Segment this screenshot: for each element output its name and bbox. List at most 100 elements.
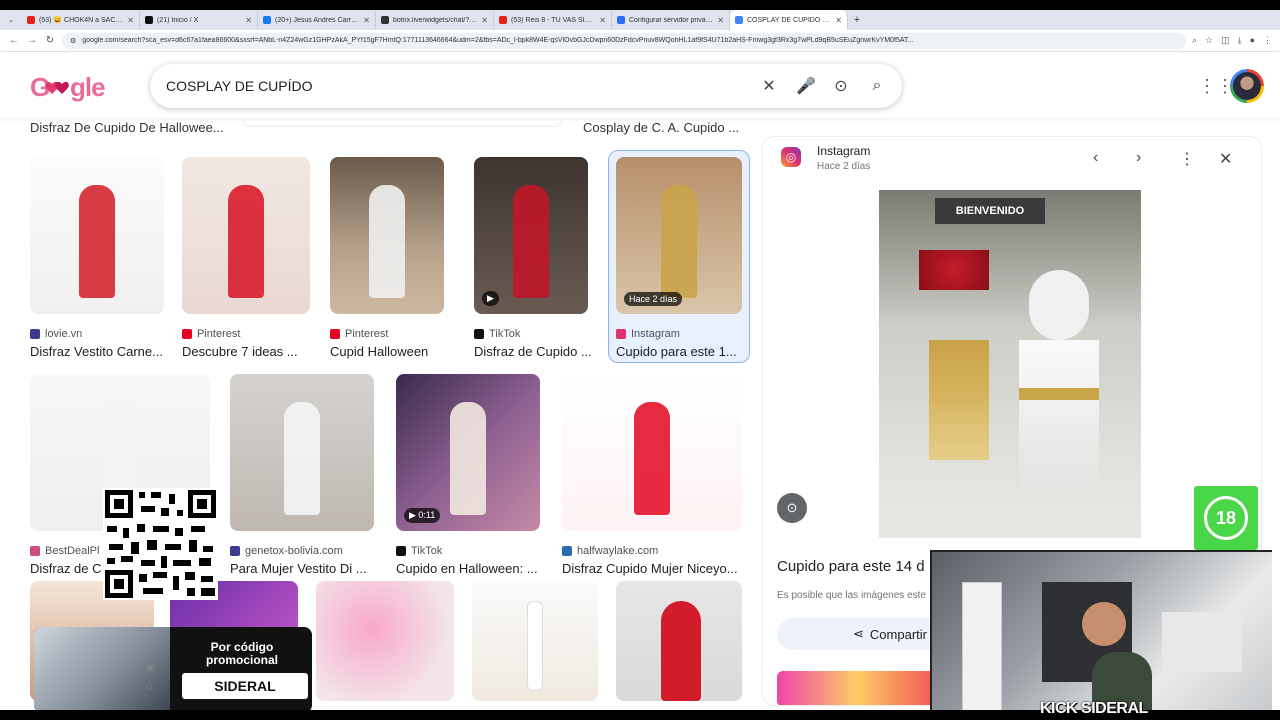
browser-tab[interactable]: Configurar servidor privado - K...✕ — [612, 10, 730, 30]
browser-tab[interactable]: COSPLAY DE CUPÍDO - Buscar ...✕ — [730, 10, 848, 30]
account-avatar[interactable] — [1230, 69, 1264, 103]
result-source[interactable]: TikTok — [474, 328, 520, 340]
panel-title[interactable]: Cupido para este 14 d — [777, 558, 925, 575]
google-logo[interactable]: G gle — [30, 70, 112, 111]
result-source[interactable]: halfwaylake.com — [562, 545, 658, 557]
result-image[interactable]: Hace 2 días — [616, 157, 742, 314]
result-caption[interactable]: Disfraz de Cupido ... — [474, 344, 592, 359]
copyright-note: Es posible que las imágenes este — [777, 590, 926, 601]
source-favicon-icon — [30, 546, 40, 556]
microphone-icon[interactable]: 🎤 — [796, 76, 816, 96]
search-box[interactable]: COSPLAY DE CUPÍDO ✕ 🎤 ⊙ ⌕ — [150, 64, 902, 108]
menu-icon[interactable]: ⋮ — [1263, 35, 1272, 46]
source-favicon-icon — [562, 546, 572, 556]
result-caption[interactable]: Disfraz de C — [30, 561, 102, 576]
result-caption[interactable]: Cupido para este 1... — [616, 344, 737, 359]
panel-source[interactable]: Instagram — [817, 144, 870, 158]
qr-code — [103, 488, 218, 600]
prev-row-caption[interactable]: Disfraz De Cupido De Hallowee... — [30, 120, 224, 135]
tab-close-icon[interactable]: ✕ — [363, 16, 370, 25]
result-source[interactable]: Pinterest — [182, 328, 240, 340]
source-favicon-icon — [396, 546, 406, 556]
result-source[interactable]: lovie.vn — [30, 328, 82, 340]
result-source[interactable]: BestDealPl — [30, 545, 99, 557]
tab-search-icon[interactable]: ⌄ — [0, 16, 22, 24]
next-icon[interactable]: › — [1136, 149, 1141, 167]
tab-title: (53) 😄 CHOK4N a SACHA... — [39, 17, 124, 24]
clear-icon[interactable]: ✕ — [760, 76, 778, 96]
forward-icon[interactable]: → — [26, 35, 38, 46]
related-images-strip[interactable] — [777, 671, 937, 705]
tab-close-icon[interactable]: ✕ — [835, 16, 842, 25]
tab-close-icon[interactable]: ✕ — [245, 16, 252, 25]
site-info-icon[interactable]: ⚙ — [70, 37, 76, 45]
share-label: Compartir — [869, 626, 927, 642]
reload-icon[interactable]: ↻ — [44, 35, 56, 46]
prev-row-caption[interactable]: Cosplay de C. A. Cupido ... — [583, 120, 739, 135]
source-favicon-icon — [230, 546, 240, 556]
more-options-icon[interactable]: ⋮ — [1179, 149, 1195, 169]
zoom-icon[interactable]: ⌕ — [1192, 35, 1197, 46]
camera-lens-icon[interactable]: ⊙ — [832, 76, 850, 96]
result-source[interactable]: Pinterest — [330, 328, 388, 340]
result-caption[interactable]: Para Mujer Vestito Di ... — [230, 561, 367, 576]
lock-icon: ▣ — [146, 662, 155, 672]
result-image[interactable] — [30, 157, 164, 314]
search-icon[interactable]: ⌕ — [868, 77, 886, 95]
previous-icon[interactable]: ‹ — [1093, 149, 1098, 167]
browser-tab[interactable]: (53) 😄 CHOK4N a SACHA... ✕ — [22, 10, 140, 30]
close-icon[interactable]: ✕ — [1219, 149, 1232, 169]
svg-text:gle: gle — [70, 72, 105, 102]
panel-header: ◎ Instagram Hace 2 días ‹ › ⋮ ✕ — [763, 137, 1261, 185]
result-source[interactable]: genetox-bolivia.com — [230, 545, 343, 557]
preview-image[interactable]: BIENVENIDO — [879, 190, 1141, 538]
result-image[interactable] — [472, 581, 598, 701]
browser-tab[interactable]: botrix.live/widgets/chat/?bid=... ✕ — [376, 10, 494, 30]
result-caption[interactable]: Cupido en Halloween: ... — [396, 561, 538, 576]
result-image[interactable] — [616, 581, 742, 701]
share-button[interactable]: ⋖ Compartir — [777, 618, 947, 650]
search-input[interactable]: COSPLAY DE CUPÍDO — [166, 78, 742, 94]
result-caption[interactable]: Disfraz Vestito Carne... — [30, 344, 163, 359]
browser-tab[interactable]: (53) Reis 8 - TU VAS SIN (fav) ... ✕ — [494, 10, 612, 30]
tab-close-icon[interactable]: ✕ — [481, 16, 488, 25]
back-icon[interactable]: ← — [8, 35, 20, 46]
profile-icon[interactable]: ● — [1250, 35, 1255, 46]
result-image[interactable] — [182, 157, 310, 314]
result-caption[interactable]: Cupid Halloween — [330, 344, 428, 359]
result-caption[interactable]: Disfraz Cupido Mujer Niceyo... — [562, 561, 738, 576]
browser-tab[interactable]: (20+) Jesus Andres Carrion | Fa...✕ — [258, 10, 376, 30]
share-icon: ⋖ — [853, 626, 864, 641]
address-bar[interactable]: ⚙ google.com/search?sca_esv=d6c67a1faea8… — [62, 32, 1186, 49]
tab-favicon-icon — [735, 16, 743, 24]
tab-close-icon[interactable]: ✕ — [599, 16, 606, 25]
bookmark-star-icon[interactable]: ☆ — [1205, 35, 1213, 46]
result-source-name: halfwaylake.com — [577, 545, 659, 557]
prev-row-card — [243, 118, 561, 127]
result-image[interactable] — [330, 157, 444, 314]
result-badge: ▶ 0:11 — [404, 508, 441, 523]
browser-toolbar: ← → ↻ ⚙ google.com/search?sca_esv=d6c67a… — [0, 30, 1280, 52]
result-source[interactable]: Instagram — [616, 328, 680, 340]
result-image[interactable] — [316, 581, 454, 701]
result-source-name: TikTok — [411, 545, 443, 557]
result-image[interactable]: ▶ 0:11 — [396, 374, 540, 531]
new-tab-button[interactable]: + — [848, 14, 866, 26]
age-rating-badge: 18 — [1194, 486, 1258, 550]
result-image[interactable] — [230, 374, 374, 531]
result-image[interactable]: ▶ — [474, 157, 588, 314]
result-image[interactable] — [562, 374, 742, 531]
extensions-icon[interactable]: ◫ — [1221, 35, 1230, 46]
result-source-name: Pinterest — [345, 328, 389, 340]
browser-tab[interactable]: (21) Inicio / X ✕ — [140, 10, 258, 30]
promo-text: Por código promocional — [205, 640, 278, 667]
download-icon[interactable]: ⤓ — [1238, 35, 1242, 46]
result-source[interactable]: TikTok — [396, 545, 442, 557]
tab-close-icon[interactable]: ✕ — [127, 16, 134, 25]
lens-search-icon[interactable]: ⊙ — [777, 493, 807, 523]
result-source-name: TikTok — [489, 328, 521, 340]
result-badge: ▶ — [482, 291, 499, 306]
tab-title: Configurar servidor privado - K... — [629, 16, 714, 24]
result-caption[interactable]: Descubre 7 ideas ... — [182, 344, 298, 359]
tab-close-icon[interactable]: ✕ — [717, 16, 724, 25]
